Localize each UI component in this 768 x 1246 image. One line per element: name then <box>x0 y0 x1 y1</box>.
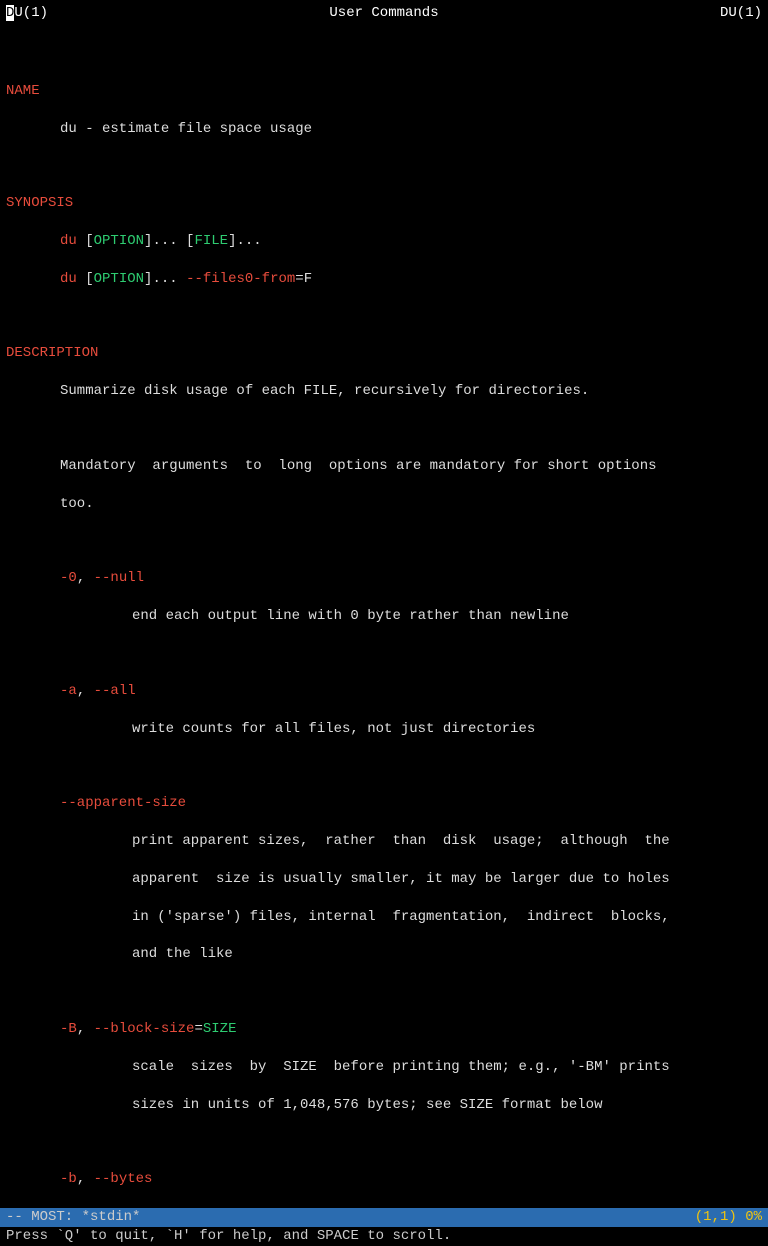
status-position: (1,1) 0% <box>695 1208 762 1227</box>
status-left: -- MOST: *stdin* <box>6 1208 140 1227</box>
option-apparent-desc3: in ('sparse') files, internal fragmentat… <box>6 908 762 927</box>
option-apparent-desc1: print apparent sizes, rather than disk u… <box>6 832 762 851</box>
synopsis-line-2: du [OPTION]... --files0-from=F <box>6 270 762 289</box>
option-apparent-desc4: and the like <box>6 945 762 964</box>
name-heading: NAME <box>6 82 762 101</box>
option-block-size: -B, --block-size=SIZE <box>6 1020 762 1039</box>
header-center: User Commands <box>329 4 438 23</box>
option-bytes: -b, --bytes <box>6 1170 762 1189</box>
help-line: Press `Q' to quit, `H' for help, and SPA… <box>6 1227 762 1246</box>
option-block-size-desc2: sizes in units of 1,048,576 bytes; see S… <box>6 1096 762 1115</box>
header-left: DU(1) <box>6 4 48 23</box>
option-all-desc: write counts for all files, not just dir… <box>6 720 762 739</box>
man-page-header: DU(1) User Commands DU(1) <box>6 4 762 23</box>
option-all: -a, --all <box>6 682 762 701</box>
status-bar: -- MOST: *stdin* (1,1) 0% <box>0 1208 768 1227</box>
description-para2b: too. <box>6 495 762 514</box>
header-right: DU(1) <box>720 4 762 23</box>
option-apparent-desc2: apparent size is usually smaller, it may… <box>6 870 762 889</box>
option-block-size-desc1: scale sizes by SIZE before printing them… <box>6 1058 762 1077</box>
synopsis-heading: SYNOPSIS <box>6 194 762 213</box>
option-null-desc: end each output line with 0 byte rather … <box>6 607 762 626</box>
name-text: du - estimate file space usage <box>6 120 762 139</box>
description-heading: DESCRIPTION <box>6 344 762 363</box>
option-null: -0, --null <box>6 569 762 588</box>
description-para1: Summarize disk usage of each FILE, recur… <box>6 382 762 401</box>
synopsis-line-1: du [OPTION]... [FILE]... <box>6 232 762 251</box>
man-page-content[interactable]: NAME du - estimate file space usage SYNO… <box>6 63 762 1208</box>
option-apparent-size: --apparent-size <box>6 794 762 813</box>
description-para2a: Mandatory arguments to long options are … <box>6 457 762 476</box>
